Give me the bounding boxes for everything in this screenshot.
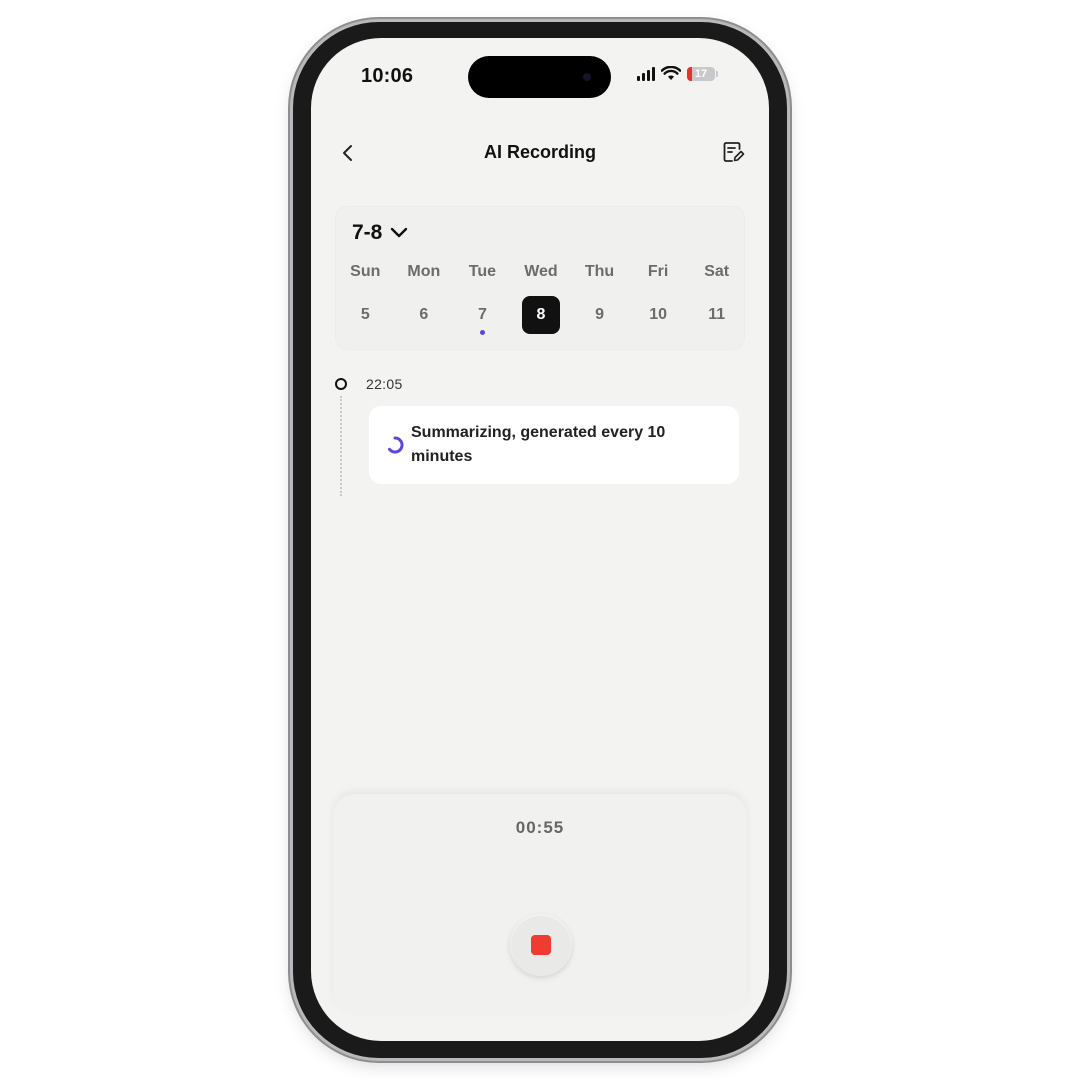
status-time: 10:06	[361, 65, 414, 87]
month-selector[interactable]: 7-8	[352, 221, 408, 245]
weekday-label: Sun	[350, 263, 381, 280]
status-icons: 17	[637, 66, 718, 81]
timeline-time: 22:05	[366, 376, 403, 392]
date-cell[interactable]: 11	[687, 296, 746, 335]
wifi-icon	[661, 66, 681, 80]
date-cell[interactable]: 9	[570, 296, 629, 335]
dynamic-island	[468, 56, 611, 98]
edit-note-icon[interactable]	[721, 140, 745, 164]
week-calendar: 7-8 Sun Mon Tue Wed Thu Fri Sat 5 6 7 8 …	[335, 206, 745, 350]
date-number: 7	[477, 306, 487, 323]
date-number: 5	[360, 306, 370, 323]
date-cell[interactable]: 10	[629, 296, 688, 335]
page-title: AI Recording	[483, 142, 596, 162]
app-screen: 10:06 17 AI Recording 7-8 Sun Mon Tue We…	[311, 38, 769, 1041]
date-number: 10	[649, 306, 667, 323]
chevron-down-icon	[391, 227, 408, 238]
stop-recording-button[interactable]	[510, 914, 572, 976]
recording-timer: 00:55	[515, 818, 565, 837]
date-cell[interactable]: 5	[336, 296, 395, 335]
date-row: 5 6 7 8 9 10 11	[336, 296, 746, 335]
month-label: 7-8	[352, 221, 383, 244]
cellular-signal-icon	[637, 66, 655, 81]
date-number: 8	[521, 296, 560, 334]
timeline-dot	[335, 378, 347, 390]
recording-marker-dot	[479, 330, 485, 335]
weekday-label: Tue	[468, 263, 497, 280]
stop-icon	[531, 935, 551, 955]
recorder-panel: 00:55	[333, 794, 747, 1014]
date-number: 11	[708, 306, 726, 323]
weekday-row: Sun Mon Tue Wed Thu Fri Sat	[336, 263, 746, 281]
timeline-line	[340, 396, 342, 496]
battery-icon: 17	[687, 66, 718, 81]
date-cell[interactable]: 6	[395, 296, 454, 335]
weekday-label: Wed	[524, 263, 558, 280]
date-cell[interactable]: 8	[512, 296, 571, 335]
camera-icon	[583, 73, 591, 81]
battery-level: 17	[694, 67, 708, 80]
summary-status-text: Summarizing, generated every 10 minutes	[411, 424, 666, 465]
date-cell[interactable]: 7	[453, 296, 512, 335]
battery-fill	[687, 66, 692, 81]
date-number: 9	[595, 306, 604, 323]
weekday-label: Thu	[584, 263, 615, 280]
weekday-label: Sat	[704, 263, 730, 280]
weekday-label: Fri	[647, 263, 669, 280]
summary-card[interactable]: Summarizing, generated every 10 minutes	[369, 406, 739, 484]
date-number: 6	[419, 306, 429, 323]
weekday-label: Mon	[407, 263, 441, 280]
loading-spinner-icon	[388, 436, 404, 454]
side-button	[787, 348, 791, 464]
